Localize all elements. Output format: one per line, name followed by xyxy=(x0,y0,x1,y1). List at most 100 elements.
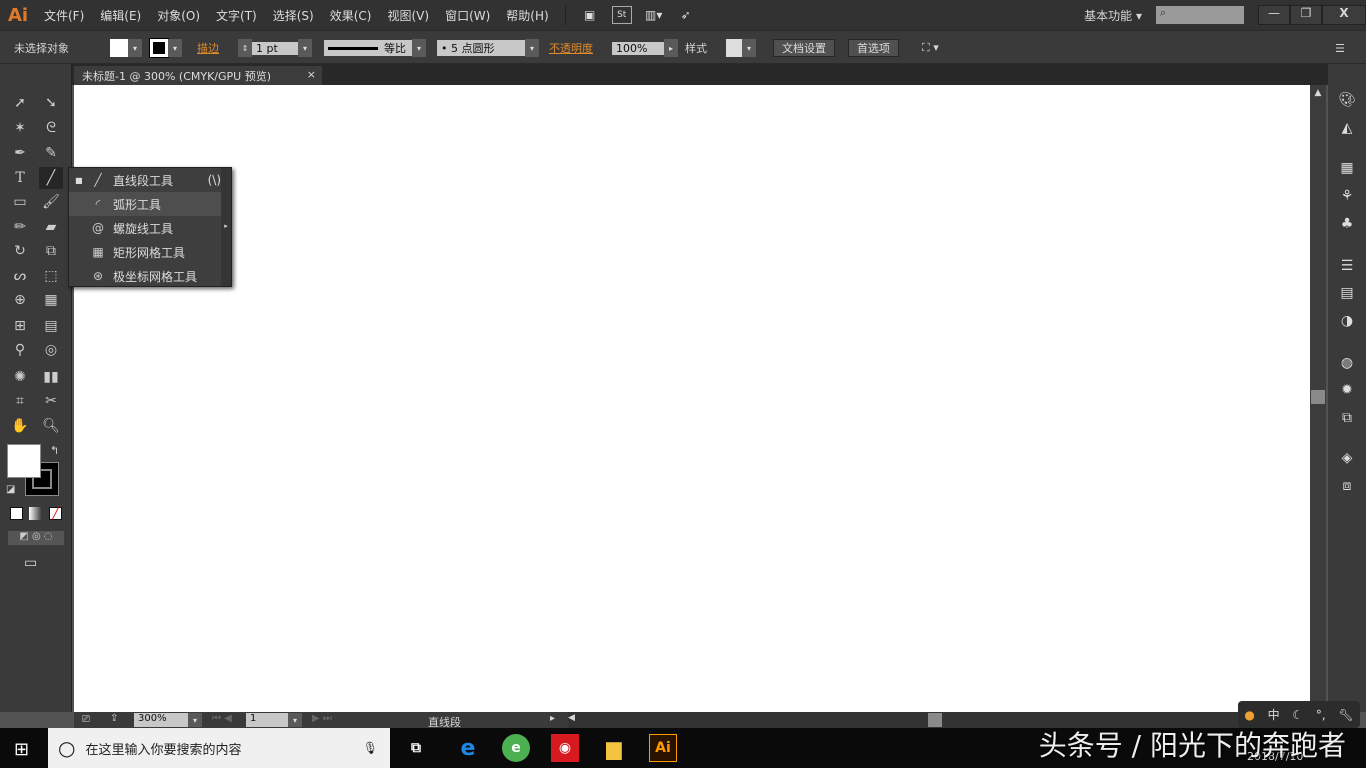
stroke-label[interactable]: 描边 xyxy=(197,39,219,57)
gradient-panel-icon[interactable]: ▤ xyxy=(1337,285,1357,305)
column-graph-tool-icon[interactable]: ▮▮ xyxy=(39,366,63,388)
swatches-icon[interactable]: ▦ xyxy=(1337,160,1357,180)
close-button[interactable]: X xyxy=(1322,5,1366,25)
menu-effect[interactable]: 效果(C) xyxy=(322,7,380,24)
horizontal-scroll-thumb[interactable] xyxy=(928,713,942,727)
menu-select[interactable]: 选择(S) xyxy=(265,7,322,24)
zoom-field[interactable]: 300% xyxy=(134,713,188,727)
isolate-object-icon[interactable]: ⛶ ▾ xyxy=(922,39,939,57)
color-mode-icon[interactable] xyxy=(10,507,23,520)
share-icon[interactable]: ⇪ xyxy=(110,713,118,724)
stroke-swatch[interactable]: ▾ xyxy=(149,38,182,58)
gpu-icon[interactable]: ⎚ xyxy=(82,714,90,725)
menu-edit[interactable]: 编辑(E) xyxy=(92,7,149,24)
artboard-number-field[interactable]: 1 xyxy=(246,713,288,727)
asset-export-icon[interactable]: ⧉ xyxy=(1337,410,1357,430)
shape-builder-tool-icon[interactable]: ⊕ xyxy=(8,289,32,311)
symbols-icon[interactable]: ♣ xyxy=(1337,216,1357,236)
brushes-icon[interactable]: ⚘ xyxy=(1337,188,1357,208)
artboard-nav-prev-icon[interactable]: ⏮ ◀ xyxy=(212,713,232,724)
bridge-icon[interactable]: ▣ xyxy=(580,6,600,24)
flyout-item-arc[interactable]: ◜ 弧形工具 xyxy=(69,192,221,216)
screen-mode-icon[interactable]: ▭ xyxy=(24,555,37,571)
hand-tool-icon[interactable]: ✋ xyxy=(8,415,32,437)
ime-settings-icon[interactable]: 🔧︎ xyxy=(1338,708,1353,722)
edge-browser-icon[interactable]: e xyxy=(454,734,482,762)
file-explorer-icon[interactable]: ▆ xyxy=(600,734,628,762)
graphic-style-swatch[interactable]: ▾ xyxy=(726,39,756,57)
transparency-icon[interactable]: ◑ xyxy=(1337,313,1357,333)
menu-view[interactable]: 视图(V) xyxy=(379,7,437,24)
direct-selection-tool-icon[interactable]: ➘ xyxy=(39,92,63,114)
panel-menu-icon[interactable]: ☰ xyxy=(1335,39,1345,57)
menu-window[interactable]: 窗口(W) xyxy=(437,7,498,24)
type-tool-icon[interactable]: T xyxy=(8,167,32,189)
close-tab-icon[interactable]: × xyxy=(307,68,316,81)
artboard-tool-icon[interactable]: ⌗ xyxy=(8,390,32,412)
line-segment-tool-icon[interactable]: ╱ xyxy=(39,167,63,189)
artboard-canvas[interactable] xyxy=(74,85,1310,712)
color-panel-icon[interactable]: 🎨︎ xyxy=(1337,92,1357,112)
blend-tool-icon[interactable]: ◎ xyxy=(39,339,63,361)
status-menu-arrow[interactable]: ▸ xyxy=(550,713,555,724)
ime-language[interactable]: 中 xyxy=(1268,706,1280,723)
default-colors-icon[interactable]: ◪ xyxy=(6,484,15,495)
graphic-styles-icon[interactable]: ✹ xyxy=(1337,382,1357,402)
opacity-field[interactable]: 100% ▸ xyxy=(612,39,678,57)
document-tab[interactable]: 未标题-1 @ 300% (CMYK/GPU 预览) × xyxy=(74,66,322,85)
gradient-tool-icon[interactable]: ▤ xyxy=(39,315,63,337)
none-mode-icon[interactable]: ╱ xyxy=(49,507,62,520)
vertical-scroll-thumb[interactable] xyxy=(1311,390,1325,404)
zoom-tool-icon[interactable]: 🔍︎ xyxy=(39,415,63,437)
ime-moon-icon[interactable]: ☾ xyxy=(1292,708,1303,722)
document-setup-button[interactable]: 文档设置 xyxy=(773,39,835,57)
windows-start-icon[interactable]: ⊞ xyxy=(14,739,29,760)
layers-icon[interactable]: ◈ xyxy=(1337,450,1357,470)
fill-color-swatch[interactable] xyxy=(7,444,41,478)
magic-wand-tool-icon[interactable]: ✶ xyxy=(8,117,32,139)
stroke-panel-icon[interactable]: ☰ xyxy=(1337,258,1357,278)
arrange-documents-icon[interactable]: ▥▾ xyxy=(644,6,664,24)
microphone-icon[interactable]: 🎙︎ xyxy=(363,741,378,755)
flyout-item-line-segment[interactable]: ■ ╱ 直线段工具 (\) xyxy=(69,168,221,192)
tearoff-handle[interactable]: ▸ xyxy=(221,168,231,286)
rectangle-tool-icon[interactable]: ▭ xyxy=(8,191,32,213)
pen-tool-icon[interactable]: ✒ xyxy=(8,142,32,164)
netease-music-icon[interactable]: ◉ xyxy=(551,734,579,762)
appearance-icon[interactable]: ◍ xyxy=(1337,355,1357,375)
variable-width-profile[interactable]: 等比 ▾ xyxy=(324,39,426,57)
warp-tool-icon[interactable]: ᔕ xyxy=(8,265,32,287)
menu-type[interactable]: 文字(T) xyxy=(208,7,265,24)
task-view-icon[interactable]: ⧉ xyxy=(402,734,430,762)
stroke-weight-field[interactable]: ⇕ 1 pt ▾ xyxy=(238,39,312,57)
perspective-grid-tool-icon[interactable]: ▦ xyxy=(39,289,63,311)
rotate-tool-icon[interactable]: ↻ xyxy=(8,240,32,262)
flyout-item-rectangular-grid[interactable]: ▦ 矩形网格工具 xyxy=(69,240,221,264)
minimize-button[interactable]: — xyxy=(1258,5,1290,25)
restore-button[interactable]: ❐ xyxy=(1290,5,1322,25)
symbol-sprayer-tool-icon[interactable]: ✺ xyxy=(8,366,32,388)
menu-help[interactable]: 帮助(H) xyxy=(498,7,556,24)
color-guide-icon[interactable]: ◭ xyxy=(1337,120,1357,140)
selection-tool-icon[interactable]: ➚ xyxy=(8,92,32,114)
preferences-button[interactable]: 首选项 xyxy=(848,39,899,57)
taskbar-search-box[interactable]: ○ 在这里输入你要搜索的内容 🎙︎ xyxy=(48,728,390,768)
stock-icon[interactable]: St xyxy=(611,6,632,24)
ime-punctuation-icon[interactable]: °, xyxy=(1316,708,1326,722)
flyout-item-spiral[interactable]: @ 螺旋线工具 xyxy=(69,216,221,240)
flyout-item-polar-grid[interactable]: ⊛ 极坐标网格工具 xyxy=(69,264,221,288)
opacity-value[interactable]: 100% xyxy=(612,41,664,55)
drawing-modes-icon[interactable]: ◩ ◎ ◌ xyxy=(8,531,64,545)
lasso-tool-icon[interactable]: ᘓ xyxy=(39,117,63,139)
mesh-tool-icon[interactable]: ⊞ xyxy=(8,315,32,337)
menu-file[interactable]: 文件(F) xyxy=(36,7,92,24)
gradient-mode-icon[interactable] xyxy=(29,507,42,520)
curvature-tool-icon[interactable]: ✎ xyxy=(39,142,63,164)
eraser-tool-icon[interactable]: ▰ xyxy=(39,216,63,238)
menu-object[interactable]: 对象(O) xyxy=(149,7,208,24)
free-transform-tool-icon[interactable]: ⬚ xyxy=(39,265,63,287)
pencil-tool-icon[interactable]: ✏ xyxy=(8,216,32,238)
artboards-icon[interactable]: ⧈ xyxy=(1337,478,1357,498)
browser-360-icon[interactable]: e xyxy=(502,734,530,762)
stroke-weight-value[interactable]: 1 pt xyxy=(252,41,298,55)
